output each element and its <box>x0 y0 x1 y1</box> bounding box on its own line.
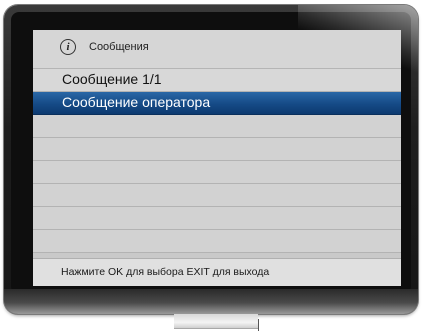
tv-stand <box>174 314 258 329</box>
footer-hint: Нажмите OK для выбора EXIT для выхода <box>61 266 270 278</box>
list-item-label: Сообщение 1/1 <box>62 71 162 87</box>
list-item-empty <box>33 161 401 184</box>
list-item-operator-message[interactable]: Сообщение оператора <box>33 92 401 115</box>
tv-frame: i Сообщения Сообщение 1/1 Сообщение опер… <box>0 0 422 332</box>
list-item-empty <box>33 184 401 207</box>
tv-stand-marker <box>258 319 259 331</box>
list-item-empty <box>33 230 401 253</box>
message-list: Сообщение 1/1 Сообщение оператора <box>33 69 401 253</box>
messages-screen: i Сообщения Сообщение 1/1 Сообщение опер… <box>33 30 401 286</box>
dialog-header: i Сообщения <box>33 30 401 69</box>
list-item-label: Сообщение оператора <box>62 94 211 110</box>
list-item-message-count[interactable]: Сообщение 1/1 <box>33 69 401 92</box>
list-item-empty <box>33 138 401 161</box>
tv-chin <box>4 289 418 314</box>
hint-bar: Нажмите OK для выбора EXIT для выхода <box>33 258 401 286</box>
list-item-empty <box>33 207 401 230</box>
list-item-empty <box>33 115 401 138</box>
dialog-title: Сообщения <box>89 41 149 53</box>
info-icon: i <box>60 39 76 55</box>
